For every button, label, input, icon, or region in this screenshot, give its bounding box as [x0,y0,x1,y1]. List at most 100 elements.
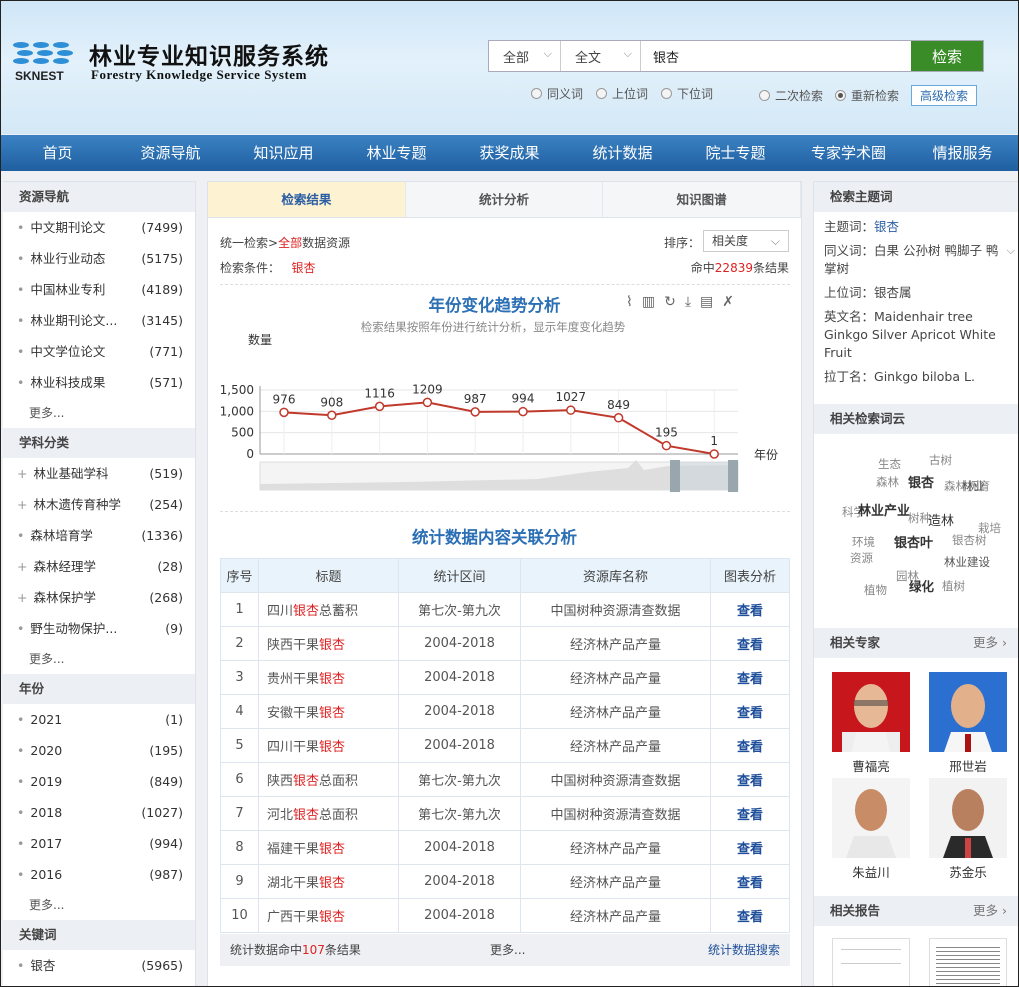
search-input[interactable] [641,41,911,71]
view-link[interactable]: 查看 [710,898,790,933]
scope-select[interactable]: 全部 ⌵ [489,41,561,71]
sidebar-item[interactable]: • 森林培育学 (1336) [3,520,195,551]
expert-name[interactable]: 朱益川 [832,862,910,881]
radio-new-search[interactable] [835,90,847,101]
line-chart-icon[interactable]: ⌇ [626,294,633,310]
field-select[interactable]: 全文 ⌵ [561,41,641,71]
sidebar-item[interactable]: • 林业期刊论文... (3145) [3,305,195,336]
cloud-tag[interactable]: 环境 [852,534,875,550]
report-thumbnail[interactable] [832,938,910,986]
nav-awards[interactable]: 获奖成果 [453,135,566,171]
data-point[interactable] [327,410,337,421]
nav-resources[interactable]: 资源导航 [114,135,227,171]
radio-secondary-search[interactable] [759,90,770,101]
refresh-icon[interactable]: ↻ [664,294,676,310]
data-point[interactable] [422,397,433,408]
sidebar-item[interactable]: • 林业行业动态 (5175) [3,243,195,274]
view-link[interactable]: 查看 [710,796,790,831]
view-link[interactable]: 查看 [710,592,790,627]
tab-knowledge-graph[interactable]: 知识图谱 [603,182,802,217]
sidebar-item[interactable]: + 森林保护学 (268) [3,582,195,613]
expert-photo[interactable] [832,672,910,752]
nav-forestry-topics[interactable]: 林业专题 [340,135,453,171]
cloud-tag[interactable]: 资源 [850,550,873,566]
cloud-tag[interactable]: 古树 [929,452,952,468]
more-link[interactable]: 更多... [3,890,195,920]
cloud-tag[interactable]: 林业建设 [944,554,990,570]
stat-search-link[interactable]: 统计数据搜索 [708,934,780,966]
slider-handle-left[interactable] [670,460,680,492]
radio-synonym[interactable] [531,88,542,99]
row-title[interactable]: 安徽干果银杏 [258,694,399,729]
row-title[interactable]: 河北银杏总面积 [258,796,399,831]
sidebar-item[interactable]: • 2017 (994) [3,828,195,859]
sort-select[interactable]: 相关度 ⌵ [703,230,789,252]
data-point[interactable] [709,449,719,459]
view-link[interactable]: 查看 [710,762,790,797]
more-link[interactable]: 更多... [3,644,195,674]
sidebar-item[interactable]: + 森林经理学 (28) [3,551,195,582]
expert-name[interactable]: 苏金乐 [929,862,1007,881]
nav-academicians[interactable]: 院士专题 [679,135,792,171]
sidebar-item[interactable]: • 2019 (849) [3,766,195,797]
row-title[interactable]: 四川干果银杏 [258,728,399,763]
advanced-search-button[interactable]: 高级检索 [911,85,978,106]
cloud-tag[interactable]: 植树 [942,578,965,594]
data-point[interactable] [374,401,385,412]
tab-search-results[interactable]: 检索结果 [208,182,406,217]
chevron-down-icon[interactable]: ⌵ [1007,242,1015,260]
sidebar-item[interactable]: • 中文期刊论文 (7499) [3,212,195,243]
radio-narrower[interactable] [661,88,673,99]
slider-handle-right[interactable] [728,460,738,492]
experts-more-link[interactable]: 更多 › [973,628,1007,658]
data-point[interactable] [661,440,672,451]
nav-experts[interactable]: 专家学术圈 [792,135,905,171]
cloud-tag[interactable]: 银杏 [908,472,934,491]
cloud-tag[interactable]: 林业产业 [858,500,910,519]
sidebar-item[interactable]: • 2016 (987) [3,859,195,890]
excel-icon[interactable]: ✗ [722,294,734,310]
sidebar-item[interactable]: + 林木遗传育种学 (254) [3,489,195,520]
sidebar-item[interactable]: • 2020 (195) [3,735,195,766]
cloud-tag[interactable]: 林业 [962,478,985,494]
view-link[interactable]: 查看 [710,694,790,729]
row-title[interactable]: 陕西干果银杏 [258,626,399,661]
download-icon[interactable]: ⤓ [685,294,691,310]
range-slider[interactable] [259,460,739,492]
data-point[interactable] [470,407,480,417]
nav-intelligence[interactable]: 情报服务 [905,135,1018,171]
view-link[interactable]: 查看 [710,864,790,899]
bar-chart-icon[interactable]: ▥ [642,294,655,310]
sidebar-item[interactable]: • 林业科技成果 (571) [3,367,195,398]
sidebar-item[interactable]: • 银杏 (5965) [3,950,195,981]
nav-knowledge[interactable]: 知识应用 [227,135,340,171]
cloud-tag[interactable]: 银杏树 [952,532,987,548]
search-button[interactable]: 检索 [911,41,983,71]
row-title[interactable]: 湖北干果银杏 [258,864,399,899]
view-link[interactable]: 查看 [710,660,790,695]
view-link[interactable]: 查看 [710,830,790,865]
sidebar-item[interactable]: • 中国林业专利 (4189) [3,274,195,305]
cloud-tag[interactable]: 植物 [864,582,887,598]
radio-broader[interactable] [596,88,608,99]
nav-statistics[interactable]: 统计数据 [566,135,679,171]
logo-icon[interactable]: SKNEST [11,37,81,83]
sidebar-item[interactable]: • 2018 (1027) [3,797,195,828]
nav-home[interactable]: 首页 [1,135,114,171]
report-thumbnail[interactable] [929,938,1007,986]
expert-name[interactable]: 邢世岩 [929,756,1007,775]
cloud-tag[interactable]: 造林 [928,510,954,529]
data-point[interactable] [566,405,576,415]
sidebar-item[interactable]: • 野生动物保护... (9) [3,613,195,644]
view-link[interactable]: 查看 [710,728,790,763]
data-point[interactable] [279,407,289,418]
more-link[interactable]: 更多... [3,398,195,428]
expert-photo[interactable] [832,778,910,858]
cloud-tag[interactable]: 银杏叶 [894,532,933,551]
row-title[interactable]: 贵州干果银杏 [258,660,399,695]
data-point[interactable] [613,413,624,423]
cloud-tag[interactable]: 生态 [878,456,901,472]
row-title[interactable]: 陕西银杏总面积 [258,762,399,797]
row-title[interactable]: 福建干果银杏 [258,830,399,865]
cloud-tag[interactable]: 绿化 [909,576,934,595]
